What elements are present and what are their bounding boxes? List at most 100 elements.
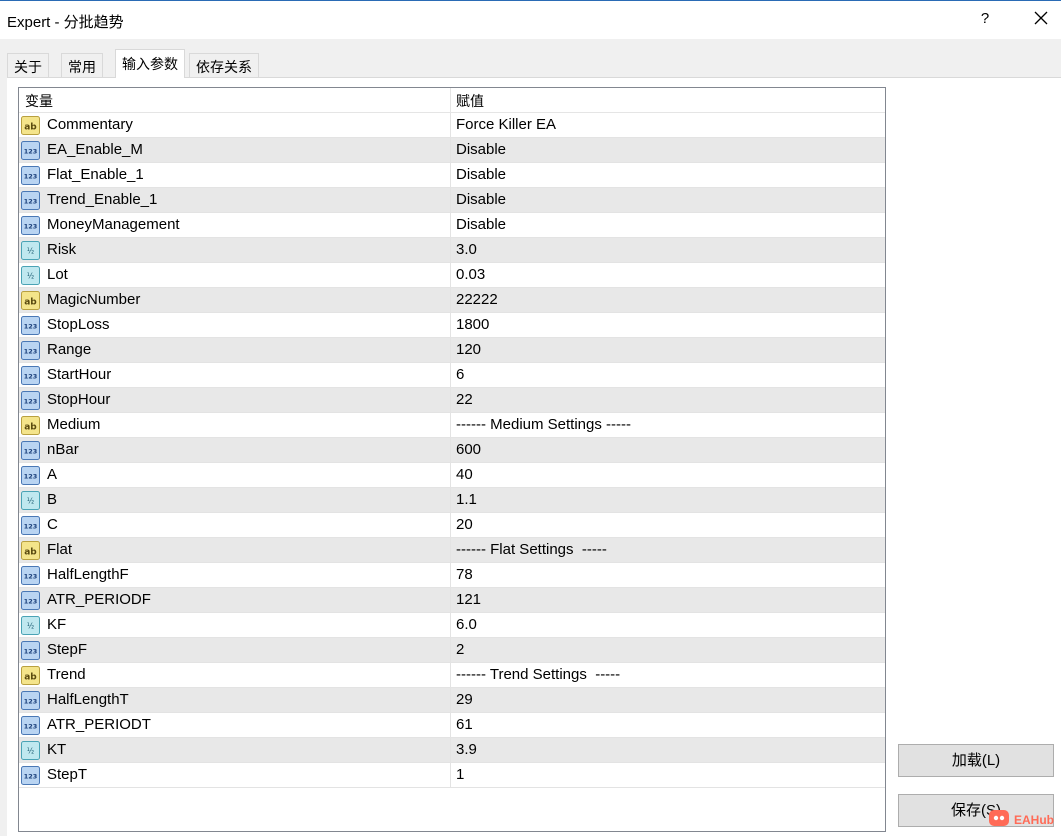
- svg-text:½: ½: [27, 246, 34, 255]
- table-row[interactable]: 123 ATR_PERIODT 61: [19, 713, 885, 738]
- int-icon: 123: [21, 690, 40, 710]
- tab-common[interactable]: 常用: [61, 53, 103, 78]
- table-row[interactable]: 123 nBar 600: [19, 438, 885, 463]
- help-button[interactable]: ?: [976, 10, 994, 27]
- value-cell[interactable]: 121: [451, 588, 885, 612]
- table-row[interactable]: ½ KT 3.9: [19, 738, 885, 763]
- table-row[interactable]: 123 StepF 2: [19, 638, 885, 663]
- load-button[interactable]: 加载(L): [898, 744, 1054, 777]
- parameters-table[interactable]: 变量 赋值 ab Commentary Force Killer EA 123 EA_E…: [18, 87, 886, 832]
- svg-text:ab: ab: [24, 422, 37, 432]
- svg-text:½: ½: [27, 496, 34, 505]
- value-cell[interactable]: 3.9: [451, 738, 885, 762]
- value-cell[interactable]: Disable: [451, 213, 885, 237]
- close-icon[interactable]: [1030, 7, 1052, 29]
- table-row[interactable]: 123 MoneyManagement Disable: [19, 213, 885, 238]
- value-cell[interactable]: 1: [451, 763, 885, 787]
- value-cell[interactable]: Disable: [451, 188, 885, 212]
- value-cell[interactable]: 22: [451, 388, 885, 412]
- table-row[interactable]: 123 StartHour 6: [19, 363, 885, 388]
- value-cell[interactable]: Force Killer EA: [451, 113, 885, 137]
- double-icon: ½: [21, 240, 40, 260]
- value-cell[interactable]: 1800: [451, 313, 885, 337]
- value-cell[interactable]: 61: [451, 713, 885, 737]
- table-row[interactable]: 123 StepT 1: [19, 763, 885, 788]
- ab-icon: ab: [21, 415, 40, 435]
- table-row[interactable]: ab Trend ------ Trend Settings -----: [19, 663, 885, 688]
- value-cell[interactable]: 600: [451, 438, 885, 462]
- table-row[interactable]: ab Medium ------ Medium Settings -----: [19, 413, 885, 438]
- table-row[interactable]: ab Commentary Force Killer EA: [19, 113, 885, 138]
- table-row[interactable]: 123 StopLoss 1800: [19, 313, 885, 338]
- window-title: Expert - 分批趋势: [7, 14, 124, 31]
- value-cell[interactable]: 3.0: [451, 238, 885, 262]
- value-cell[interactable]: 6: [451, 363, 885, 387]
- value-cell[interactable]: Disable: [451, 163, 885, 187]
- table-row[interactable]: 123 ATR_PERIODF 121: [19, 588, 885, 613]
- int-icon: 123: [21, 365, 40, 385]
- variable-name: HalfLengthF: [47, 566, 129, 583]
- variable-name: Trend: [47, 666, 86, 683]
- svg-text:123: 123: [24, 697, 38, 705]
- value-cell[interactable]: 40: [451, 463, 885, 487]
- svg-text:123: 123: [24, 347, 38, 355]
- variable-name: MoneyManagement: [47, 216, 180, 233]
- variable-cell: 123 MoneyManagement: [19, 213, 451, 237]
- variable-cell: ab Medium: [19, 413, 451, 437]
- value-cell[interactable]: 1.1: [451, 488, 885, 512]
- table-row[interactable]: ab Flat ------ Flat Settings -----: [19, 538, 885, 563]
- tab-inputs[interactable]: 输入参数: [115, 49, 185, 78]
- table-row[interactable]: 123 HalfLengthF 78: [19, 563, 885, 588]
- table-row[interactable]: 123 HalfLengthT 29: [19, 688, 885, 713]
- value-cell[interactable]: 22222: [451, 288, 885, 312]
- variable-cell: 123 C: [19, 513, 451, 537]
- variable-cell: 123 Flat_Enable_1: [19, 163, 451, 187]
- value-cell[interactable]: ------ Trend Settings -----: [451, 663, 885, 687]
- column-header-value[interactable]: 赋值: [451, 88, 885, 113]
- svg-text:½: ½: [27, 271, 34, 280]
- table-row[interactable]: 123 StopHour 22: [19, 388, 885, 413]
- tab-dependencies[interactable]: 依存关系: [189, 53, 259, 78]
- int-icon: 123: [21, 640, 40, 660]
- value-cell[interactable]: 29: [451, 688, 885, 712]
- value-cell[interactable]: ------ Medium Settings -----: [451, 413, 885, 437]
- variable-cell: ab Trend: [19, 663, 451, 687]
- variable-name: B: [47, 491, 58, 508]
- value-cell[interactable]: Disable: [451, 138, 885, 162]
- table-row[interactable]: ½ Risk 3.0: [19, 238, 885, 263]
- value-cell[interactable]: 120: [451, 338, 885, 362]
- variable-cell: ab Commentary: [19, 113, 451, 137]
- table-row[interactable]: 123 EA_Enable_M Disable: [19, 138, 885, 163]
- svg-text:ab: ab: [24, 547, 37, 557]
- table-row[interactable]: 123 A 40: [19, 463, 885, 488]
- ab-icon: ab: [21, 665, 40, 685]
- value-cell[interactable]: ------ Flat Settings -----: [451, 538, 885, 562]
- tab-about[interactable]: 关于: [7, 53, 49, 78]
- table-row[interactable]: ½ Lot 0.03: [19, 263, 885, 288]
- variable-cell: 123 Range: [19, 338, 451, 362]
- svg-text:123: 123: [24, 197, 38, 205]
- svg-text:ab: ab: [24, 297, 37, 307]
- variable-cell: 123 EA_Enable_M: [19, 138, 451, 162]
- value-cell[interactable]: 2: [451, 638, 885, 662]
- value-cell[interactable]: 0.03: [451, 263, 885, 287]
- table-row[interactable]: 123 Trend_Enable_1 Disable: [19, 188, 885, 213]
- svg-text:123: 123: [24, 372, 38, 380]
- column-header-variable[interactable]: 变量: [19, 88, 451, 113]
- int-icon: 123: [21, 190, 40, 210]
- table-row[interactable]: ½ B 1.1: [19, 488, 885, 513]
- table-row[interactable]: 123 C 20: [19, 513, 885, 538]
- table-row[interactable]: ab MagicNumber 22222: [19, 288, 885, 313]
- watermark-text: EAHub: [1014, 813, 1054, 827]
- table-row[interactable]: 123 Flat_Enable_1 Disable: [19, 163, 885, 188]
- value-cell[interactable]: 6.0: [451, 613, 885, 637]
- svg-text:123: 123: [24, 397, 38, 405]
- table-row[interactable]: 123 Range 120: [19, 338, 885, 363]
- variable-cell: ½B: [19, 488, 451, 512]
- variable-name: MagicNumber: [47, 291, 141, 308]
- table-row[interactable]: ½ KF 6.0: [19, 613, 885, 638]
- variable-name: Commentary: [47, 116, 133, 133]
- value-cell[interactable]: 78: [451, 563, 885, 587]
- value-cell[interactable]: 20: [451, 513, 885, 537]
- svg-text:123: 123: [24, 597, 38, 605]
